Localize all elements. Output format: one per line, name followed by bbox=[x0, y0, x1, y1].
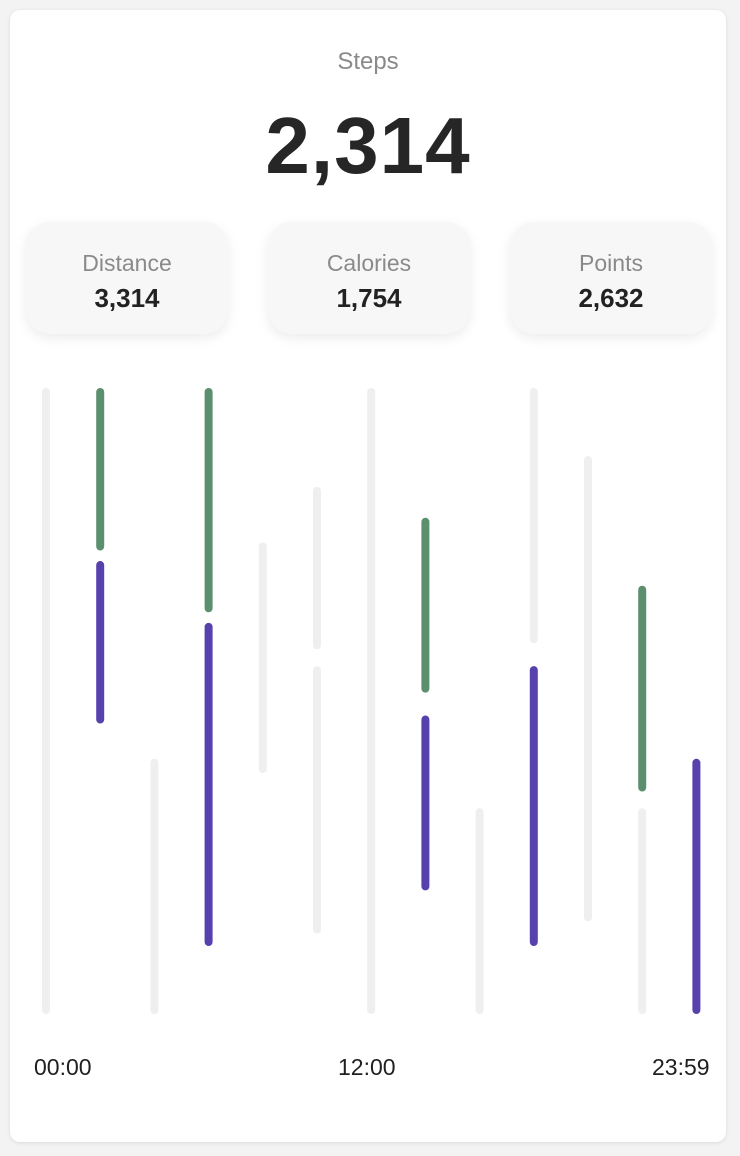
activity-chart bbox=[42, 388, 701, 1014]
steps-card: Steps 2,314 Distance 3,314 Calories 1,75… bbox=[10, 10, 726, 1142]
x-axis-label-mid: 12:00 bbox=[338, 1054, 396, 1080]
x-axis-label-end: 23:59 bbox=[652, 1054, 710, 1080]
x-axis-label-start: 00:00 bbox=[34, 1054, 92, 1080]
